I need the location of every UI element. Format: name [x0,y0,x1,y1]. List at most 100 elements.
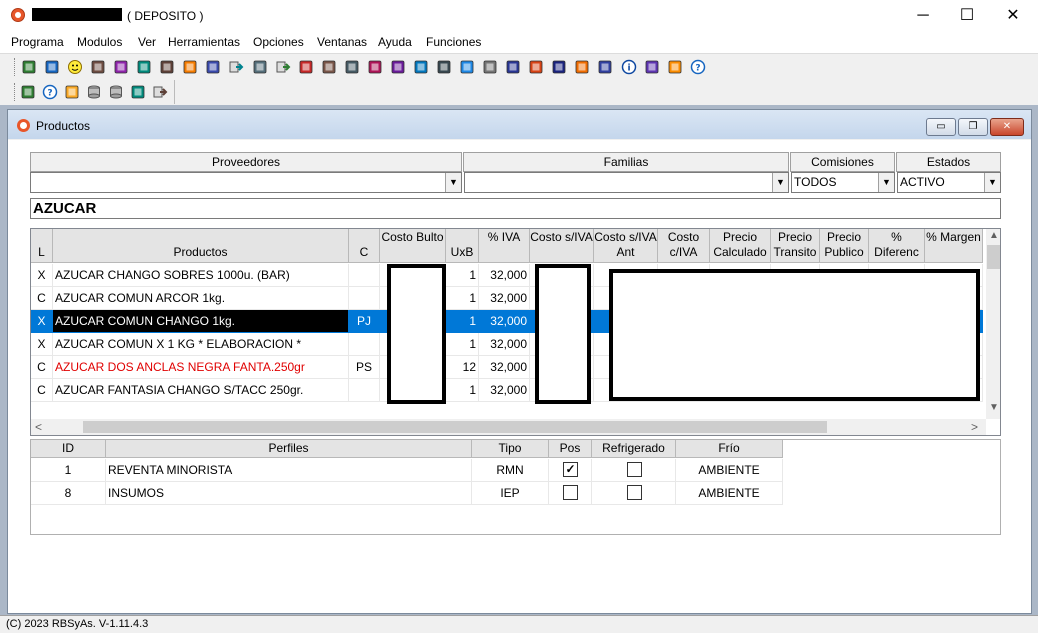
cell-iva[interactable]: 32,000 [479,264,530,287]
products-grid[interactable]: L Productos C Costo Bulto UxB % IVA Cost… [30,228,1001,436]
col-header-refrigerado[interactable]: Refrigerado [592,440,676,458]
forward-arrow-icon[interactable] [274,58,292,76]
help-icon[interactable]: ? [42,83,59,101]
cell-producto[interactable]: AZUCAR CHANGO SOBRES 1000u. (BAR) [53,264,349,287]
col-header-precio-transito[interactable]: Precio Transito [771,229,820,263]
cell-l[interactable]: C [31,379,53,402]
pos-checkbox[interactable] [563,485,578,500]
proveedores-select[interactable]: ▼ [30,172,462,193]
cell-iva[interactable]: 32,000 [479,356,530,379]
cell-uxb[interactable]: 1 [446,379,479,402]
grid-icon[interactable] [20,58,38,76]
gear-icon[interactable] [64,83,81,101]
cell-c[interactable]: PS [349,356,380,379]
col-header-costo-siva[interactable]: Costo s/IVA [530,229,594,263]
menu-modulos[interactable]: Modulos [77,35,122,49]
maximize-button[interactable]: ☐ [944,0,990,32]
menu-herramientas[interactable]: Herramientas [168,35,240,49]
col-header-id[interactable]: ID [31,440,106,458]
cell-frio[interactable]: AMBIENTE [676,482,783,505]
col-header-costo-civa[interactable]: Costo c/IVA [658,229,710,263]
col-header-frio[interactable]: Frío [676,440,783,458]
chevron-down-icon[interactable]: ▼ [878,173,894,192]
cell-uxb[interactable]: 1 [446,333,479,356]
cell-c[interactable] [349,287,380,310]
exit-icon[interactable] [152,83,169,101]
chevron-down-icon[interactable]: ▼ [772,173,788,192]
scanner-icon[interactable] [458,58,476,76]
book-icon[interactable] [20,83,37,101]
products-vertical-scrollbar[interactable]: ▲ ▼ [986,229,1000,419]
scroll-up-icon[interactable]: ▲ [989,230,999,241]
cell-c[interactable]: PJ [349,310,380,333]
money-bag-icon[interactable] [135,58,153,76]
clipboard-icon[interactable] [320,58,338,76]
cell-l[interactable]: X [31,333,53,356]
cell-producto[interactable]: AZUCAR COMUN ARCOR 1kg. [53,287,349,310]
horizontal-scroll-thumb[interactable] [83,421,827,433]
cabinet-icon[interactable] [112,58,130,76]
child-minimize-button[interactable]: ▭ [926,118,956,136]
col-header-costo-siva-ant[interactable]: Costo s/IVA Ant [594,229,658,263]
edit-icon[interactable] [666,58,684,76]
database-alt-icon[interactable] [108,83,125,101]
scroll-down-icon[interactable]: ▼ [989,402,999,413]
cell-iva[interactable]: 32,000 [479,333,530,356]
cell-perfil[interactable]: INSUMOS [106,482,472,505]
scroll-left-icon[interactable]: < [35,420,42,434]
refrigerado-checkbox[interactable] [627,485,642,500]
cell-l[interactable]: C [31,356,53,379]
menu-ayuda[interactable]: Ayuda [378,35,412,49]
cell-uxb[interactable]: 12 [446,356,479,379]
calendar-icon[interactable] [89,58,107,76]
cell-c[interactable] [349,379,380,402]
minimize-button[interactable]: ─ [900,0,946,32]
save-icon[interactable] [130,83,147,101]
search-input[interactable]: AZUCAR [30,198,1001,219]
menu-ver[interactable]: Ver [138,35,156,49]
child-restore-button[interactable]: ❐ [958,118,988,136]
cell-uxb[interactable]: 1 [446,264,479,287]
col-header-margen[interactable]: % Margen [925,229,983,263]
abacus-icon[interactable] [366,58,384,76]
col-header-tipo[interactable]: Tipo [472,440,549,458]
pencil-box-icon[interactable] [573,58,591,76]
ticket-icon[interactable] [481,58,499,76]
familias-select[interactable]: ▼ [464,172,789,193]
comisiones-select[interactable]: TODOS ▼ [791,172,895,193]
computer-icon[interactable] [251,58,269,76]
app-icon[interactable] [11,8,25,22]
help-icon[interactable]: ? [689,58,707,76]
col-header-pos[interactable]: Pos [549,440,592,458]
col-header-c[interactable]: C [349,229,380,263]
cell-tipo[interactable]: IEP [472,482,549,505]
copy-icon[interactable] [643,58,661,76]
smiley-icon[interactable] [66,58,84,76]
cell-iva[interactable]: 32,000 [479,379,530,402]
cell-l[interactable]: C [31,287,53,310]
cell-producto[interactable]: AZUCAR COMUN CHANGO 1kg. [53,310,349,333]
menu-ventanas[interactable]: Ventanas [317,35,367,49]
child-app-icon[interactable] [17,119,30,132]
col-header-diferenc[interactable]: % Diferenc [869,229,925,263]
cell-producto[interactable]: AZUCAR FANTASIA CHANGO S/TACC 250gr. [53,379,349,402]
menu-opciones[interactable]: Opciones [253,35,304,49]
cell-id[interactable]: 1 [31,459,106,482]
profiles-grid[interactable]: ID Perfiles Tipo Pos Refrigerado Frío 1 R… [30,439,1001,535]
cell-uxb[interactable]: 1 [446,287,479,310]
estados-select[interactable]: ACTIVO ▼ [897,172,1001,193]
cell-tipo[interactable]: RMN [472,459,549,482]
cell-iva[interactable]: 32,000 [479,310,530,333]
table-icon[interactable] [204,58,222,76]
lock-print-icon[interactable] [435,58,453,76]
pos-checkbox[interactable]: ✓ [563,462,578,477]
info-icon[interactable]: i [620,58,638,76]
col-header-precio-calculado[interactable]: Precio Calculado [710,229,771,263]
back-arrow-icon[interactable] [228,58,246,76]
cell-id[interactable]: 8 [31,482,106,505]
stack-icon[interactable] [597,58,615,76]
col-header-uxb[interactable]: UxB [446,229,479,263]
col-header-perfiles[interactable]: Perfiles [106,440,472,458]
calculator-icon[interactable] [389,58,407,76]
cell-uxb[interactable]: 1 [446,310,479,333]
